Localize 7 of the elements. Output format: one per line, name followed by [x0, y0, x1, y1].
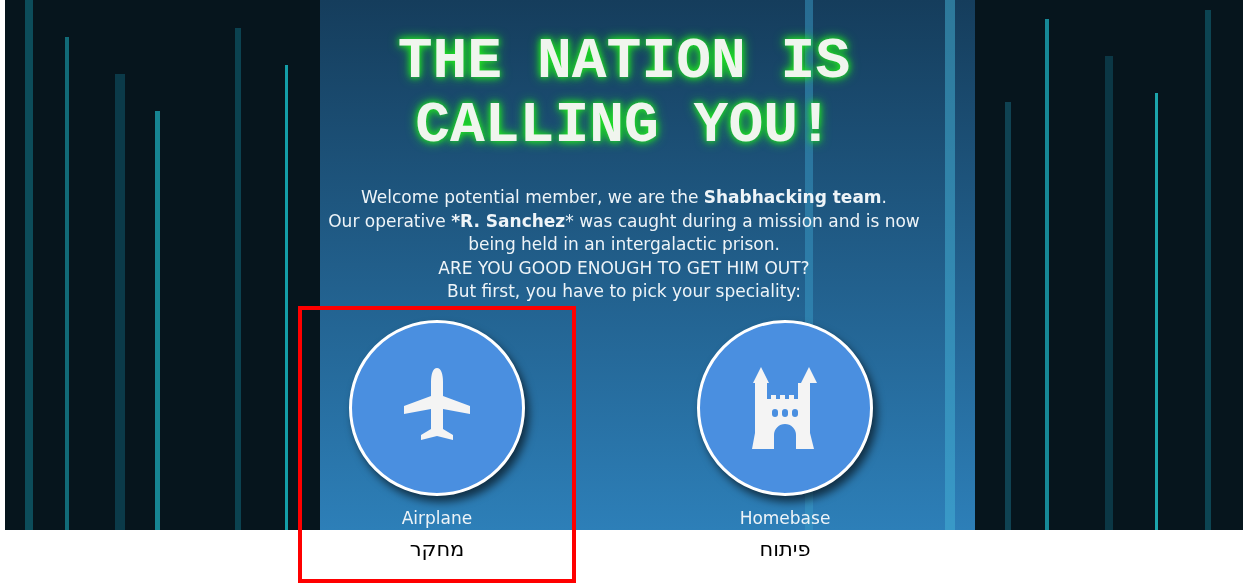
intro-text: Welcome potential member, we are the Shabhacking team. Our operative *R. Sanchez* was caught during a mission and is now being held in an intergalactic prison. ARE YOU GOOD ENOUGH TO GET HIM OUT? But first, you have to pick your speciality:	[328, 186, 920, 303]
option-label: Homebase	[739, 506, 831, 530]
option-caption: מחקר	[409, 535, 465, 562]
option-label: Airplane	[401, 506, 473, 530]
page-title: THE NATION IS CALLING YOU!	[397, 30, 851, 158]
castle-icon	[752, 366, 818, 449]
option-caption: פיתוח	[759, 535, 811, 562]
